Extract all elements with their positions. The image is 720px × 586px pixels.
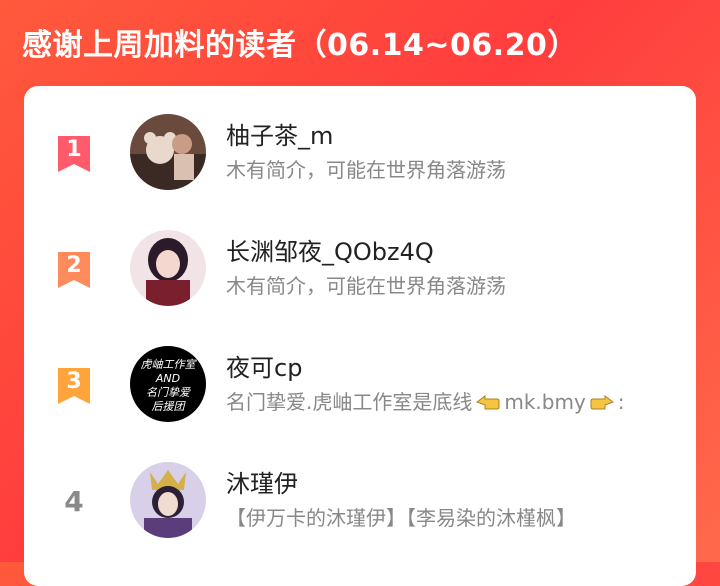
rank-badge-2: 2 [54,250,94,290]
reader-bio: 【伊万卡的沐瑾伊】【李易染的沐槿枫】 [226,506,576,530]
pointing-left-icon [475,392,501,417]
pointing-right-icon [589,392,615,417]
rank-number-4: 4 [64,485,84,518]
page-title: 感谢上周加料的读者（06.14~06.20） [22,28,578,63]
reader-list: 1 柚子茶_m 木有简介，可能在世界角落游荡 2 长渊邹夜_QObz4Q 木有简… [24,86,696,586]
avatar[interactable] [130,230,206,306]
avatar[interactable]: 虎岫工作室 AND 名门挚爱 后援团 [130,346,206,422]
list-item[interactable]: 2 长渊邹夜_QObz4Q 木有简介，可能在世界角落游荡 [24,208,696,318]
reader-name[interactable]: 沐瑾伊 [226,464,298,499]
reader-name[interactable]: 夜可cp [226,348,302,383]
rank-badge-3: 3 [54,366,94,406]
list-item[interactable]: 3 虎岫工作室 AND 名门挚爱 后援团 夜可cp 名门挚爱.虎岫工作室是底线 m… [24,324,696,434]
reader-name[interactable]: 柚子茶_m [226,116,333,151]
list-item[interactable]: 4 沐瑾伊 【伊万卡的沐瑾伊】【李易染的沐槿枫】 [24,440,696,550]
reader-bio: 木有简介，可能在世界角落游荡 [226,158,506,182]
reader-name[interactable]: 长渊邹夜_QObz4Q [226,232,434,267]
rank-badge-1: 1 [54,134,94,174]
avatar[interactable] [130,114,206,190]
list-item[interactable]: 1 柚子茶_m 木有简介，可能在世界角落游荡 [24,92,696,202]
reader-bio: 名门挚爱.虎岫工作室是底线 mk.bmy: [226,386,625,417]
avatar[interactable] [130,462,206,538]
reader-bio: 木有简介，可能在世界角落游荡 [226,274,506,298]
